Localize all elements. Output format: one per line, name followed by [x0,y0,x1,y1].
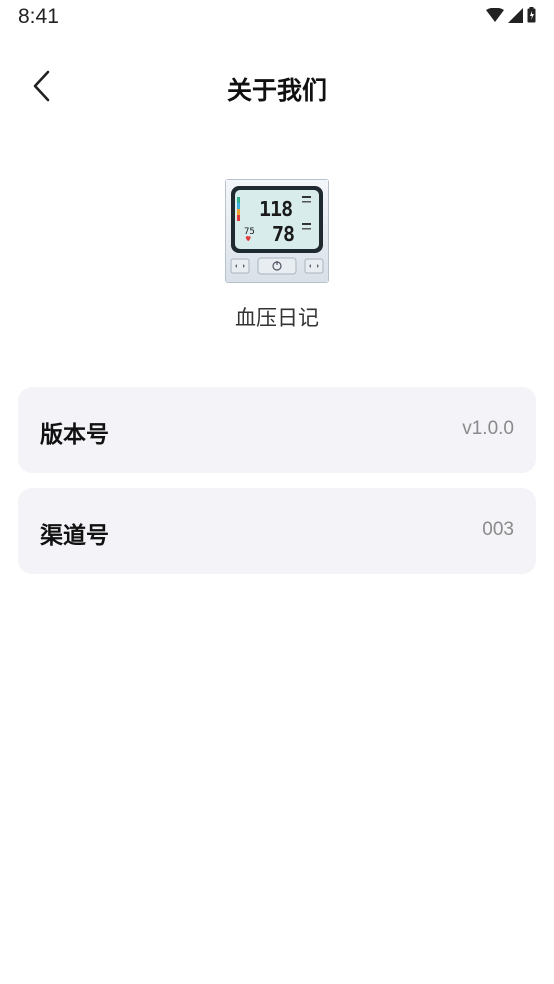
channel-label: 渠道号 [40,523,109,549]
lcd-diastolic: 78 [272,222,294,246]
channel-row: 渠道号 003 [18,488,536,574]
status-time: 8:41 [18,5,59,28]
version-label: 版本号 [40,422,109,448]
status-icons [486,7,536,23]
page-title: 关于我们 [226,76,327,105]
battery-icon [527,7,536,23]
status-bar: 8:41 [0,0,554,34]
nav-bar: 关于我们 [0,58,554,118]
wifi-icon [486,7,504,23]
lcd-pulse: 75 [244,227,255,237]
app-logo: 118 78 75 [225,179,329,283]
version-value: v1.0.0 [462,418,514,439]
version-row: 版本号 v1.0.0 [18,387,536,473]
blood-pressure-monitor-icon: 118 78 75 [225,179,329,283]
app-name: 血压日记 [235,306,319,330]
channel-value: 003 [482,519,514,540]
signal-icon [508,7,523,23]
lcd-systolic: 118 [259,197,292,221]
